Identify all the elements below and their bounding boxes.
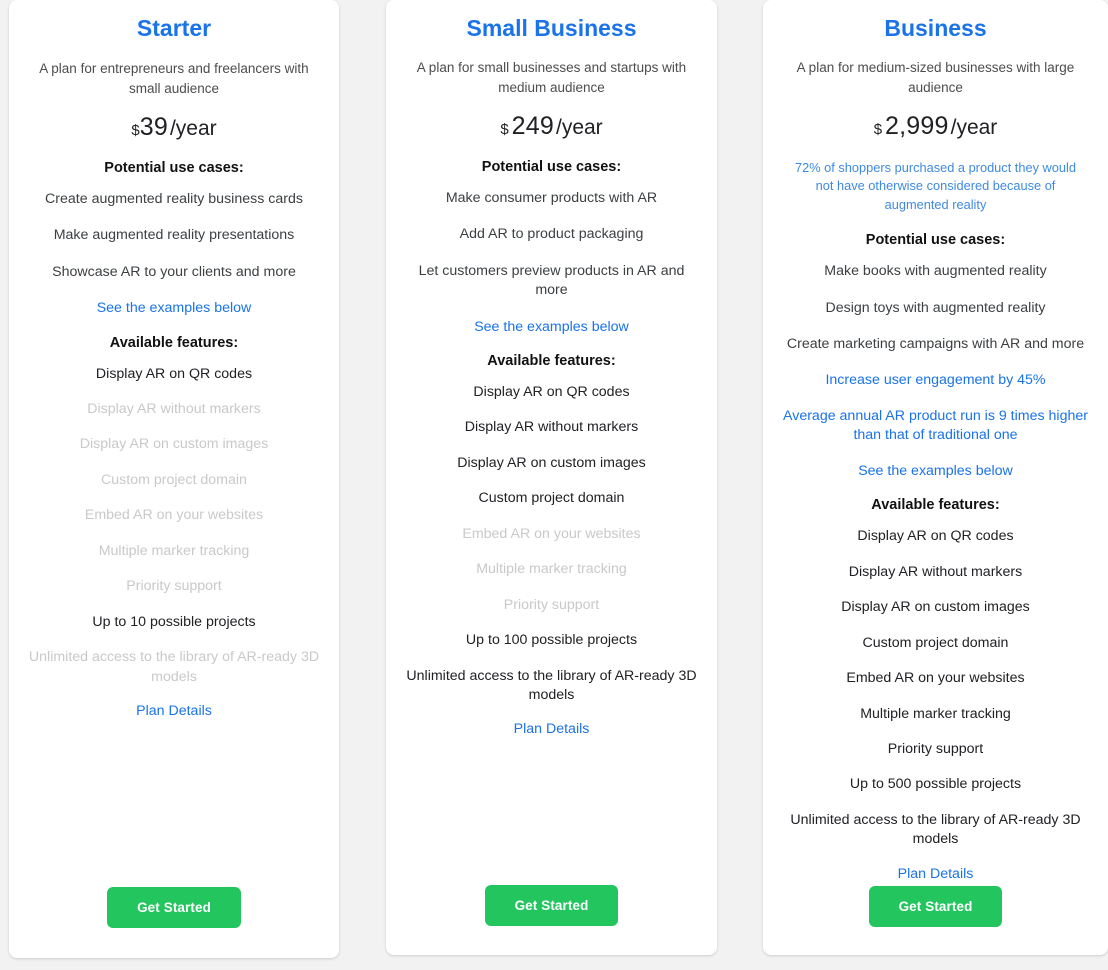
cta-container: Get Started xyxy=(763,885,1108,956)
see-examples-link[interactable]: See the examples below xyxy=(25,299,323,318)
plan-description: A plan for entrepreneurs and freelancers… xyxy=(39,60,309,96)
features-list: Display AR on QR codes Display AR without… xyxy=(402,383,701,706)
feature-item-enabled: Unlimited access to the library of AR-re… xyxy=(790,811,1081,848)
cta-container: Get Started xyxy=(9,887,339,958)
feature-item-enabled: Display AR on QR codes xyxy=(473,383,630,400)
get-started-button[interactable]: Get Started xyxy=(107,887,241,928)
use-case-item: Create marketing campaigns with AR and m… xyxy=(786,335,1085,352)
feature-item-disabled: Priority support xyxy=(503,596,600,613)
feature-item-enabled: Display AR without markers xyxy=(464,419,639,436)
see-examples-link[interactable]: See the examples below xyxy=(779,462,1092,481)
use-case-item: Make books with augmented reality xyxy=(824,263,1047,280)
use-cases-list: Create augmented reality business cards M… xyxy=(25,190,323,282)
plan-title: Small Business xyxy=(466,15,637,41)
feature-item-enabled: Display AR on QR codes xyxy=(857,528,1014,545)
plan-statistic-note: 72% of shoppers purchased a product they… xyxy=(794,159,1076,213)
feature-item-disabled: Display AR without markers xyxy=(87,400,261,417)
use-case-item: Showcase AR to your clients and more xyxy=(52,263,296,280)
price-currency-symbol: $ xyxy=(500,120,509,138)
feature-item-disabled: Multiple marker tracking xyxy=(476,561,627,578)
features-list: Display AR on QR codes Display AR without… xyxy=(779,527,1092,850)
feature-item-enabled: Up to 10 possible projects xyxy=(92,613,256,630)
feature-item-enabled: Display AR without markers xyxy=(848,563,1023,580)
feature-item-enabled: Multiple marker tracking xyxy=(860,705,1011,722)
plan-details-link[interactable]: Plan Details xyxy=(25,703,323,719)
use-case-item: Let customers preview products in AR and… xyxy=(418,262,685,299)
plan-description: A plan for medium-sized businesses with … xyxy=(796,59,1075,95)
plan-highlight-link[interactable]: Average annual AR product run is 9 times… xyxy=(779,407,1092,446)
plan-title: Starter xyxy=(136,15,212,41)
plan-price: $2,999/year xyxy=(779,112,1092,141)
use-case-item: Make augmented reality presentations xyxy=(53,227,295,244)
feature-item-enabled: Custom project domain xyxy=(862,634,1009,651)
feature-item-enabled: Up to 100 possible projects xyxy=(465,632,638,649)
plan-card-body: Business A plan for medium-sized business… xyxy=(763,0,1108,886)
price-amount: 39 xyxy=(139,112,168,141)
feature-item-enabled: Priority support xyxy=(887,740,984,757)
feature-item-enabled: Custom project domain xyxy=(478,490,625,507)
feature-item-enabled: Unlimited access to the library of AR-re… xyxy=(406,667,697,704)
plan-card-body: Starter A plan for entrepreneurs and free… xyxy=(9,0,339,723)
features-list: Display AR on QR codes Display AR without… xyxy=(25,365,323,688)
use-case-item: Make consumer products with AR xyxy=(445,189,658,206)
price-amount: 2,999 xyxy=(885,111,949,140)
use-case-item: Create augmented reality business cards xyxy=(45,190,303,207)
use-case-item: Add AR to product packaging xyxy=(459,226,644,243)
plan-description: A plan for small businesses and startups… xyxy=(416,59,687,95)
price-period: /year xyxy=(555,115,603,139)
plan-price: $249/year xyxy=(402,112,701,141)
use-case-item: Design toys with augmented reality xyxy=(825,299,1046,316)
price-currency-symbol: $ xyxy=(131,121,140,139)
feature-item-enabled: Embed AR on your websites xyxy=(846,670,1025,687)
price-amount: 249 xyxy=(511,111,554,140)
get-started-button[interactable]: Get Started xyxy=(868,885,1003,927)
pricing-plans-grid: Starter A plan for entrepreneurs and free… xyxy=(0,0,1108,970)
feature-item-enabled: Up to 500 possible projects xyxy=(849,776,1022,793)
use-cases-list: Make consumer products with AR Add AR to … xyxy=(402,189,701,301)
feature-item-disabled: Unlimited access to the library of AR-re… xyxy=(28,649,320,685)
get-started-button[interactable]: Get Started xyxy=(484,885,619,926)
plan-card-small-business: Small Business A plan for small businesse… xyxy=(386,0,717,955)
use-cases-heading: Potential use cases: xyxy=(104,159,244,176)
feature-item-disabled: Embed AR on your websites xyxy=(84,507,264,524)
feature-item-enabled: Display AR on custom images xyxy=(457,454,646,471)
available-features-heading: Available features: xyxy=(109,334,239,351)
plan-card-starter: Starter A plan for entrepreneurs and free… xyxy=(9,0,339,958)
feature-item-disabled: Embed AR on your websites xyxy=(462,525,641,542)
plan-details-link[interactable]: Plan Details xyxy=(779,866,1092,882)
feature-item-enabled: Display AR on custom images xyxy=(841,599,1030,616)
plan-price: $39/year xyxy=(25,113,323,142)
feature-item-disabled: Priority support xyxy=(126,578,222,595)
use-cases-heading: Potential use cases: xyxy=(481,158,622,175)
plan-card-business: Business A plan for medium-sized business… xyxy=(763,0,1108,955)
available-features-heading: Available features: xyxy=(871,497,1000,514)
price-period: /year xyxy=(169,116,217,140)
available-features-heading: Available features: xyxy=(487,352,616,369)
plan-highlight-link[interactable]: Increase user engagement by 45% xyxy=(779,371,1092,390)
plan-card-body: Small Business A plan for small businesse… xyxy=(386,0,717,741)
feature-item-disabled: Custom project domain xyxy=(101,471,247,488)
cta-container: Get Started xyxy=(386,885,717,955)
plan-details-link[interactable]: Plan Details xyxy=(402,721,701,737)
plan-title: Business xyxy=(884,15,987,41)
use-cases-list: Make books with augmented reality Design … xyxy=(779,262,1092,354)
price-period: /year xyxy=(950,115,998,139)
see-examples-link[interactable]: See the examples below xyxy=(402,318,701,337)
feature-item-disabled: Multiple marker tracking xyxy=(98,542,250,559)
feature-item-disabled: Display AR on custom images xyxy=(79,436,269,453)
feature-item-enabled: Display AR on QR codes xyxy=(95,365,253,382)
price-currency-symbol: $ xyxy=(873,120,883,138)
use-cases-heading: Potential use cases: xyxy=(865,232,1006,249)
